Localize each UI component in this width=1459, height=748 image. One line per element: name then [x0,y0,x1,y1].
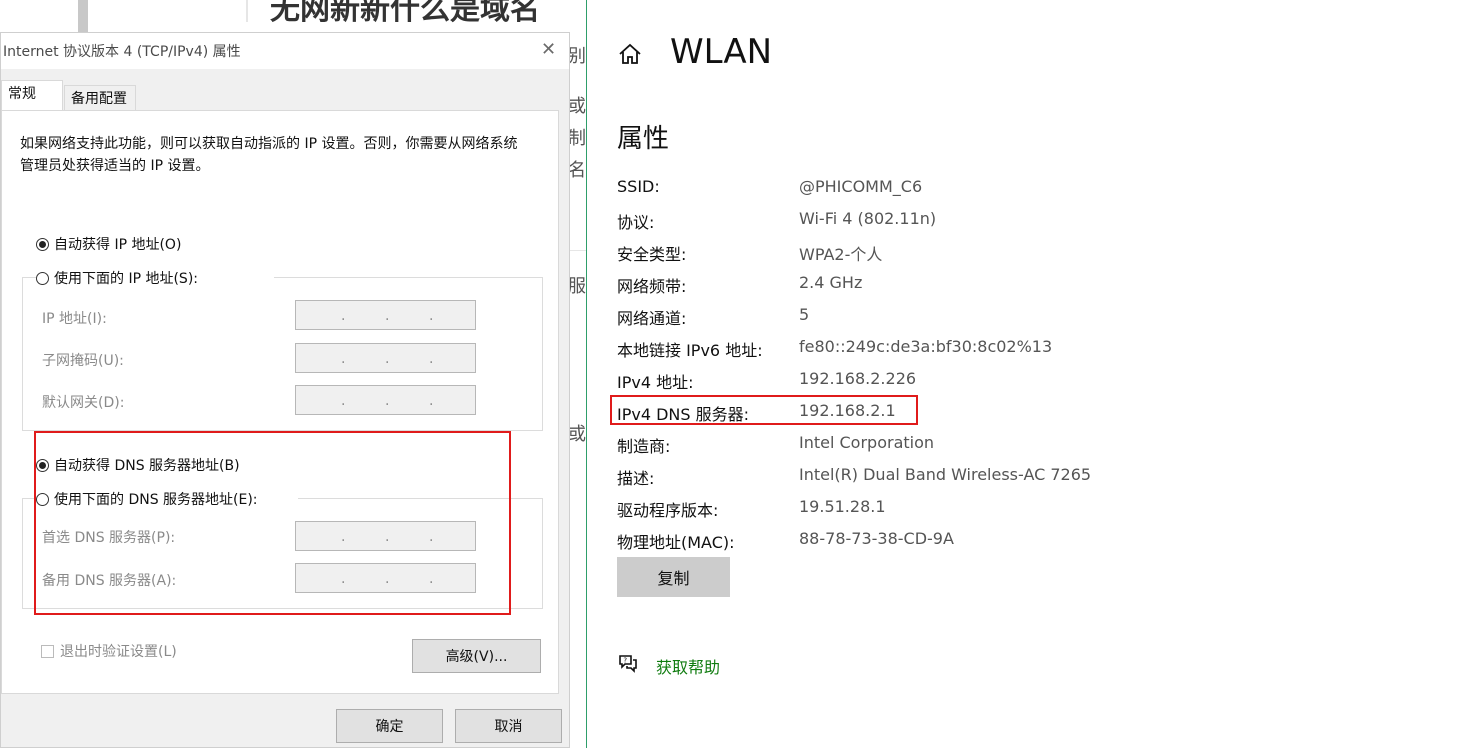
ip-separator: . [341,351,346,367]
prop-value-channel: 5 [799,305,810,324]
validate-checkbox-row[interactable]: 退出时验证设置(L) [41,641,177,661]
window-divider [586,0,587,748]
gateway-input[interactable]: . . . [295,385,476,415]
background-text: 别 [568,46,586,67]
prop-value-protocol: Wi-Fi 4 (802.11n) [799,209,937,228]
copy-button[interactable]: 复制 [617,557,730,597]
ip-separator: . [385,351,390,367]
prop-label-mac: 物理地址(MAC): [617,533,735,552]
prop-label-driver: 驱动程序版本: [617,501,719,520]
prop-label-protocol: 协议: [617,213,655,232]
section-title: 属性 [617,124,670,154]
dns-server-highlight-box [610,395,918,425]
prop-label-ipv4: IPv4 地址: [617,373,694,392]
prop-label-band: 网络频带: [617,277,687,296]
manual-ip-label: 使用下面的 IP 地址(S): [54,271,198,287]
ip-separator: . [385,308,390,324]
ok-button[interactable]: 确定 [336,709,443,743]
dialog-title: Internet 协议版本 4 (TCP/IPv4) 属性 [3,44,241,60]
auto-ip-radio-row[interactable]: 自动获得 IP 地址(O) [36,234,181,254]
background-rule [570,250,586,251]
intro-text: 如果网络支持此功能，则可以获取自动指派的 IP 设置。否则，你需要从网络系统管理… [20,136,518,174]
get-help-link[interactable]: 获取帮助 [656,654,720,678]
prop-value-manufacturer: Intel Corporation [799,433,935,452]
subnet-label: 子网掩码(U): [42,353,124,369]
background-text: 制 [568,128,586,149]
background-text: 服 [568,276,586,297]
validate-label: 退出时验证设置(L) [60,644,177,660]
prop-label-ipv6: 本地链接 IPv6 地址: [617,341,763,360]
page-title: WLAN [670,32,773,72]
prop-label-description: 描述: [617,469,655,488]
background-text: 或 [568,424,586,445]
prop-label-channel: 网络通道: [617,309,687,328]
ip-separator: . [341,308,346,324]
prop-label-ssid: SSID: [617,177,660,196]
gateway-label: 默认网关(D): [42,395,125,411]
prop-value-ssid: @PHICOMM_C6 [799,177,923,196]
prop-label-security: 安全类型: [617,245,687,264]
dns-highlight-box [34,431,511,615]
ip-separator: . [385,393,390,409]
ip-address-input[interactable]: . . . [295,300,476,330]
tab-general[interactable]: 常规 [1,80,63,110]
background-divider [246,0,248,22]
advanced-button[interactable]: 高级(V)... [412,639,541,673]
prop-value-mac: 88-78-73-38-CD-9A [799,529,954,548]
background-text: 或 [568,96,586,117]
close-icon[interactable]: ✕ [541,39,556,60]
ip-separator: . [429,393,434,409]
prop-value-band: 2.4 GHz [799,273,863,292]
prop-value-driver: 19.51.28.1 [799,497,886,516]
general-panel: 如果网络支持此功能，则可以获取自动指派的 IP 设置。否则，你需要从网络系统管理… [1,110,559,694]
ip-address-label: IP 地址(I): [42,311,107,327]
validate-checkbox[interactable] [41,644,54,658]
manual-ip-radio-row[interactable]: 使用下面的 IP 地址(S): [36,268,274,288]
background-heading: 无网新新什么是域名 [270,0,540,27]
background-scroll-bar [78,0,88,36]
prop-value-ipv6: fe80::249c:de3a:bf30:8c02%13 [799,337,1053,356]
auto-ip-label: 自动获得 IP 地址(O) [54,237,182,253]
ip-separator: . [429,351,434,367]
ip-separator: . [429,308,434,324]
prop-value-description: Intel(R) Dual Band Wireless-AC 7265 [799,465,1092,484]
cancel-button[interactable]: 取消 [455,709,562,743]
prop-label-manufacturer: 制造商: [617,437,671,456]
help-chat-icon[interactable]: ? [617,652,639,674]
ip-separator: . [341,393,346,409]
manual-ip-radio[interactable] [36,271,49,285]
prop-value-ipv4: 192.168.2.226 [799,369,917,388]
subnet-input[interactable]: . . . [295,343,476,373]
ipv4-properties-dialog: Internet 协议版本 4 (TCP/IPv4) 属性 ✕ 常规 备用配置 … [0,32,570,748]
tab-alternate-config[interactable]: 备用配置 [64,85,136,111]
auto-ip-radio[interactable] [36,237,49,251]
prop-value-security: WPA2-个人 [799,245,883,264]
home-icon[interactable] [618,42,642,66]
background-text: 名 [568,160,586,181]
svg-text:?: ? [623,657,627,665]
